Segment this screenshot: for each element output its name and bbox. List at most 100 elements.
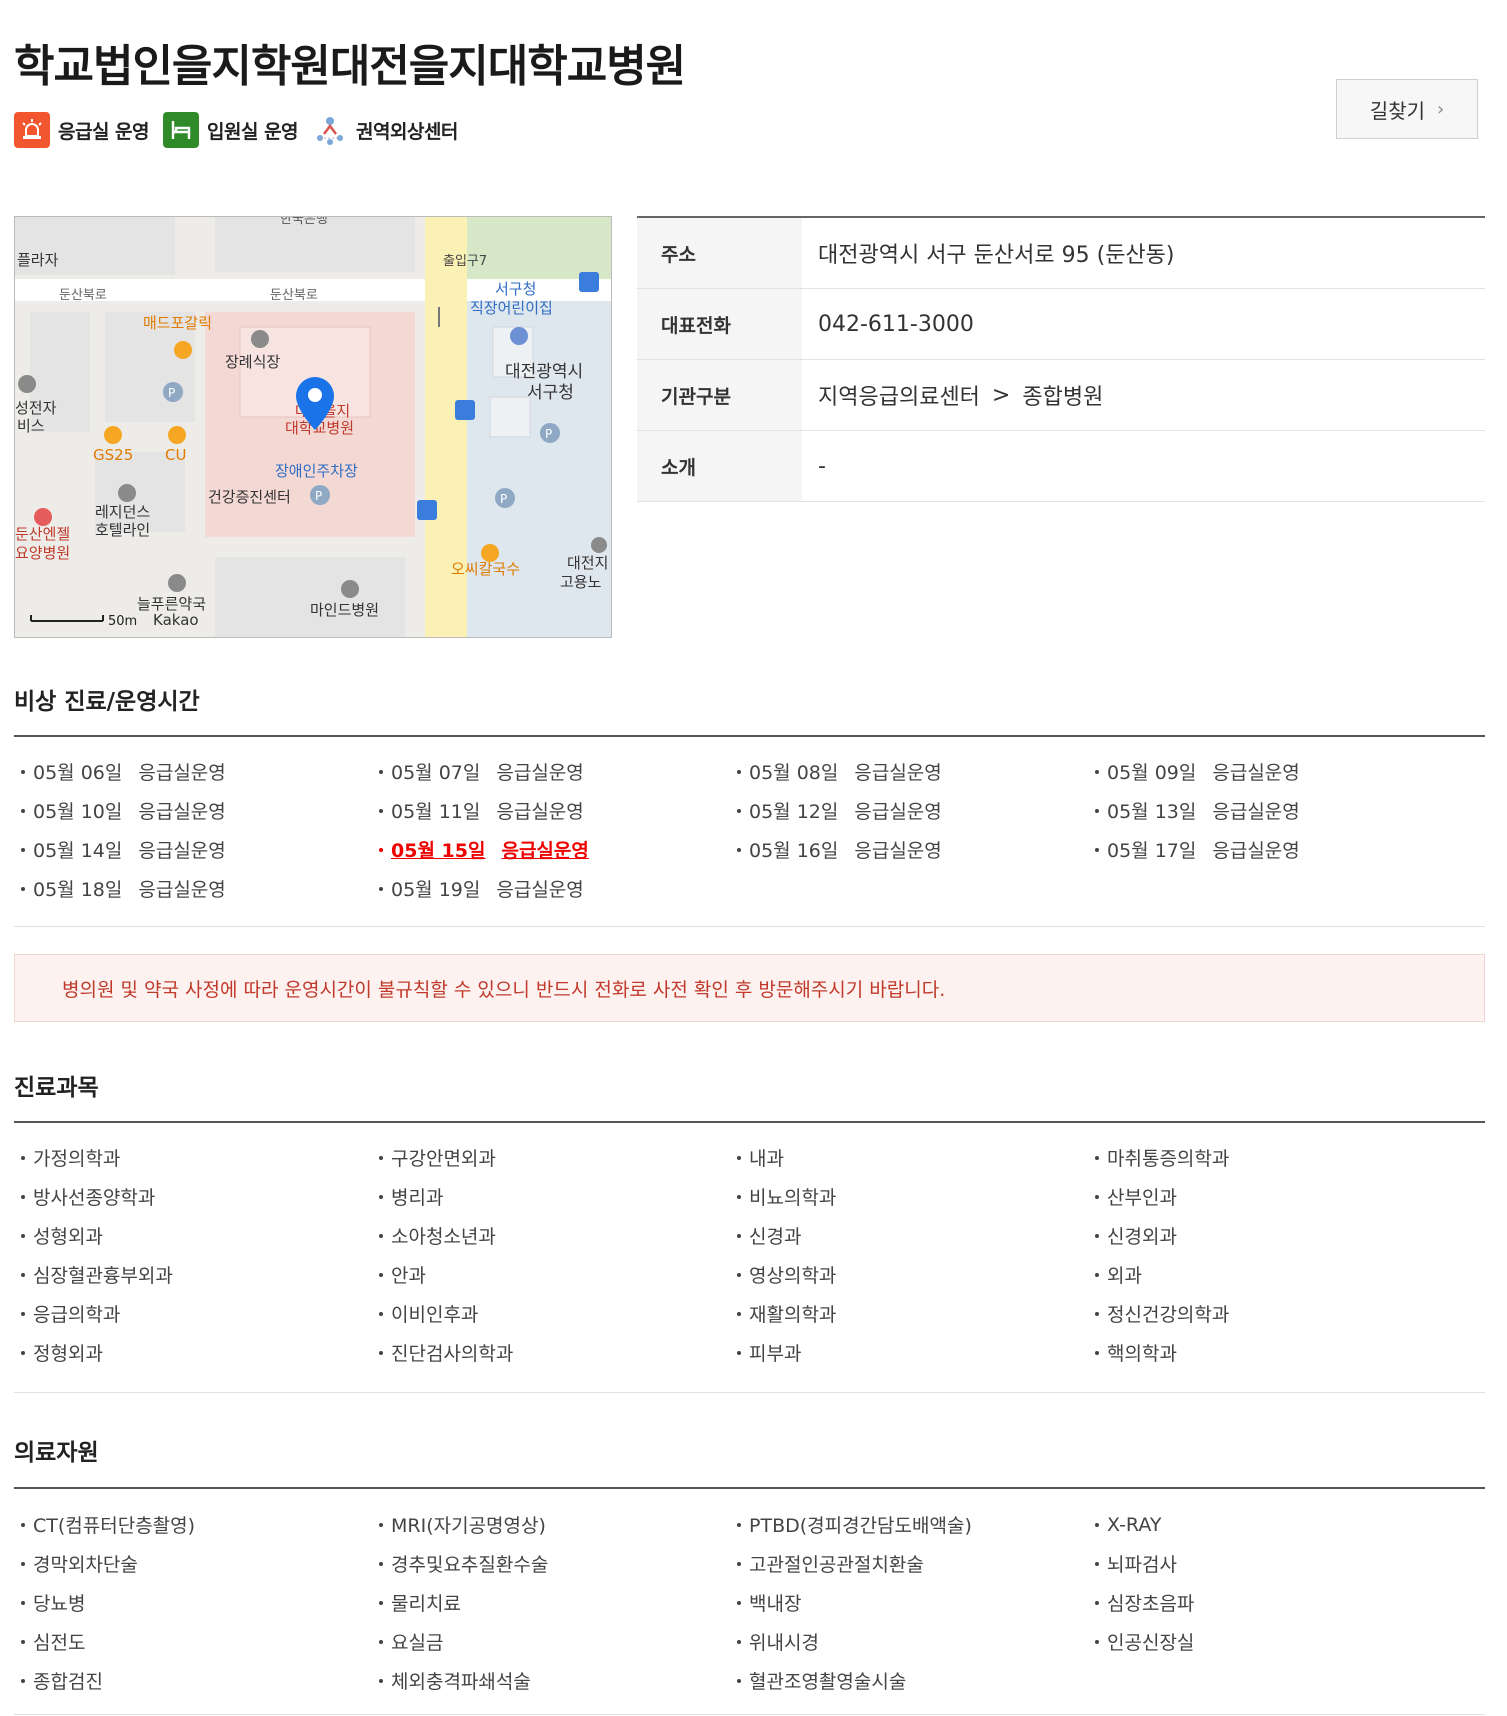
map-label-residence1: 레지던스 [95,503,150,521]
route-button-label: 길찾기 [1369,98,1425,123]
intro-value: - [818,453,826,479]
phone-value[interactable]: 042-611-3000 [802,289,1485,359]
ambulance-siren-icon [14,112,50,148]
map-kakao-logo: Kakao [153,611,199,629]
schedule-section-title: 비상 진료/운영시간 [14,689,200,715]
resource-item: 심전도 [14,1622,372,1661]
resource-item: 종합검진 [14,1661,372,1700]
map-label-daycare1: 서구청 [495,280,536,298]
department-item: 피부과 [730,1333,1088,1372]
ward-badge: 입원실 운영 [163,112,299,148]
schedule-divider [14,735,1485,737]
resources-section-title: 의료자원 [14,1440,99,1466]
schedule-date: 05월 08일 [749,762,839,784]
route-button[interactable]: 길찾기 › [1336,79,1478,139]
info-key-intro: 소개 [637,431,802,501]
departments-list: 가정의학과 구강안면외과 내과 마취통증의학과 방사선종양학과 병리과 비뇨의학과 산부인과 성… [14,1138,1485,1372]
map-label-road1: 둔산북로 [59,288,107,303]
map-label-office1: 대전광역시 [505,362,583,382]
map-scale-label: 50m [108,614,137,629]
map-label-madpo: 매드포갈릭 [143,314,212,332]
map-label-daejeon1: 대전지 [567,554,608,572]
schedule-date: 05월 10일 [33,801,123,823]
er-badge-label: 응급실 운영 [58,120,150,143]
schedule-date: 05월 18일 [33,879,123,901]
schedule-date: 05월 19일 [391,879,481,901]
map-label-office2: 서구청 [527,383,574,403]
schedule-date: 05월 09일 [1107,762,1197,784]
info-row-address: 주소 대전광역시 서구 둔산서로 95 (둔산동) [637,218,1485,289]
department-item: 심장혈관흉부외과 [14,1255,372,1294]
department-item: 마취통증의학과 [1088,1138,1446,1177]
schedule-item: 05월 16일 응급실운영 [730,830,1088,869]
schedule-item: 05월 14일 응급실운영 [14,830,372,869]
ward-badge-label: 입원실 운영 [207,120,299,143]
map-label-residence2: 호텔라인 [95,521,150,539]
svg-text:P: P [500,492,507,506]
department-item: 영상의학과 [730,1255,1088,1294]
trauma-center-icon [312,112,348,148]
bed-icon [163,112,200,148]
status-badges: 응급실 운영 입원실 운영 권역외상센터 [14,112,472,148]
schedule-item: 05월 18일 응급실운영 [14,869,372,908]
resource-item: 위내시경 [730,1622,1088,1661]
schedule-date: 05월 14일 [33,840,123,862]
resources-bottom-divider [14,1714,1485,1715]
department-item: 진단검사의학과 [372,1333,730,1372]
chevron-right-icon: › [1437,98,1445,120]
er-badge: 응급실 운영 [14,112,150,148]
location-map[interactable]: 한국은행 플라자 둔산북로 둔산북로 출입구7 서구청 직장어린이집 매드포갈릭… [14,216,612,638]
type-separator: > [991,382,1011,408]
schedule-item: 05월 11일 응급실운영 [372,791,730,830]
schedule-list: 05월 06일 응급실운영 05월 07일 응급실운영 05월 08일 응급실운영 05월 … [14,752,1485,908]
department-item: 성형외과 [14,1216,372,1255]
schedule-status: 응급실운영 [138,762,226,784]
resource-item: 체외충격파쇄석술 [372,1661,730,1700]
resource-item: CT(컴퓨터단층촬영) [14,1505,372,1544]
schedule-status: 응급실운영 [496,801,584,823]
schedule-item: 05월 08일 응급실운영 [730,752,1088,791]
map-label-cu: CU [165,446,186,464]
schedule-item: 05월 06일 응급실운영 [14,752,372,791]
resource-item: 물리치료 [372,1583,730,1622]
type-value: 지역응급의료센터 > 종합병원 [802,360,1485,430]
trauma-badge-label: 권역외상센터 [356,120,458,143]
info-key-address: 주소 [637,218,802,288]
schedule-date: 05월 06일 [33,762,123,784]
department-item: 방사선종양학과 [14,1177,372,1216]
resource-item: 당뇨병 [14,1583,372,1622]
department-item: 이비인후과 [372,1294,730,1333]
schedule-date: 05월 16일 [749,840,839,862]
schedule-item: 05월 19일 응급실운영 [372,869,730,908]
map-label-kalguksu: 오씨칼국수 [451,560,520,578]
departments-bottom-divider [14,1392,1485,1393]
department-item: 구강안면외과 [372,1138,730,1177]
schedule-item: 05월 07일 응급실운영 [372,752,730,791]
departments-divider [14,1121,1485,1123]
schedule-bottom-divider [14,926,1485,927]
type-value-primary: 지역응급의료센터 [818,385,980,410]
schedule-status: 응급실운영 [1212,762,1300,784]
schedule-date: 05월 07일 [391,762,481,784]
map-label-health: 건강증진센터 [208,488,291,506]
resource-item: 심장초음파 [1088,1583,1446,1622]
map-label-gate: 출입구7 [443,254,487,269]
map-label-parking: 장애인주차장 [275,462,358,480]
department-item: 병리과 [372,1177,730,1216]
schedule-item: 05월 12일 응급실운영 [730,791,1088,830]
address-value: 대전광역시 서구 둔산서로 95 (둔산동) [818,243,1175,268]
resource-item: X-RAY [1088,1505,1446,1544]
schedule-date: 05월 12일 [749,801,839,823]
schedule-date: 05월 15일 [391,840,486,862]
resource-item: 백내장 [730,1583,1088,1622]
resources-list: CT(컴퓨터단층촬영) MRI(자기공명영상) PTBD(경피경간담도배액술) X-R… [14,1505,1485,1700]
department-item: 산부인과 [1088,1177,1446,1216]
info-key-type: 기관구분 [637,360,802,430]
schedule-item: 05월 10일 응급실운영 [14,791,372,830]
schedule-date: 05월 11일 [391,801,481,823]
department-item: 응급의학과 [14,1294,372,1333]
department-item: 신경외과 [1088,1216,1446,1255]
department-item: 재활의학과 [730,1294,1088,1333]
schedule-status: 응급실운영 [138,840,226,862]
schedule-status: 응급실운영 [1212,801,1300,823]
